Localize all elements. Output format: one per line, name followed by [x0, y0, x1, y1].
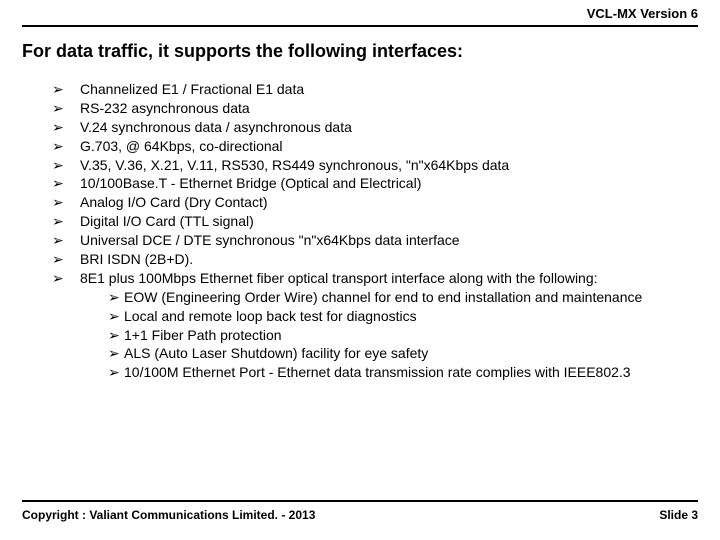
sub-list-item: ➢ALS (Auto Laser Shutdown) facility for … [108, 344, 698, 363]
bullet-icon: ➢ [52, 80, 80, 99]
list-text: EOW (Engineering Order Wire) channel for… [124, 288, 698, 307]
list-item: ➢BRI ISDN (2B+D). [52, 250, 698, 269]
list-item: ➢8E1 plus 100Mbps Ethernet fiber optical… [52, 269, 698, 288]
bullet-icon: ➢ [52, 118, 80, 137]
bullet-icon: ➢ [108, 344, 124, 363]
bullet-icon: ➢ [52, 250, 80, 269]
slide-footer: Copyright : Valiant Communications Limit… [22, 500, 698, 522]
bullet-icon: ➢ [108, 326, 124, 345]
slide-number: Slide 3 [659, 508, 698, 522]
list-text: Channelized E1 / Fractional E1 data [80, 80, 698, 99]
list-item: ➢Analog I/O Card (Dry Contact) [52, 193, 698, 212]
list-item: ➢Channelized E1 / Fractional E1 data [52, 80, 698, 99]
list-text: Analog I/O Card (Dry Contact) [80, 193, 698, 212]
list-text: Digital I/O Card (TTL signal) [80, 212, 698, 231]
bullet-icon: ➢ [52, 193, 80, 212]
slide-header: VCL-MX Version 6 [22, 0, 698, 27]
list-text: BRI ISDN (2B+D). [80, 250, 698, 269]
list-text: 8E1 plus 100Mbps Ethernet fiber optical … [80, 269, 698, 288]
bullet-icon: ➢ [108, 363, 124, 382]
list-item: ➢V.24 synchronous data / asynchronous da… [52, 118, 698, 137]
bullet-icon: ➢ [108, 288, 124, 307]
list-item: ➢RS-232 asynchronous data [52, 99, 698, 118]
bullet-icon: ➢ [52, 99, 80, 118]
list-text: 10/100M Ethernet Port - Ethernet data tr… [124, 363, 698, 382]
list-item: ➢Universal DCE / DTE synchronous "n"x64K… [52, 231, 698, 250]
sub-list-item: ➢Local and remote loop back test for dia… [108, 307, 698, 326]
main-list: ➢Channelized E1 / Fractional E1 data ➢RS… [52, 80, 698, 382]
list-text: V.35, V.36, X.21, V.11, RS530, RS449 syn… [80, 156, 698, 175]
list-text: Universal DCE / DTE synchronous "n"x64Kb… [80, 231, 698, 250]
bullet-icon: ➢ [52, 156, 80, 175]
sub-list: ➢EOW (Engineering Order Wire) channel fo… [108, 288, 698, 382]
sub-list-item: ➢EOW (Engineering Order Wire) channel fo… [108, 288, 698, 307]
bullet-icon: ➢ [52, 212, 80, 231]
list-text: 1+1 Fiber Path protection [124, 326, 698, 345]
bullet-icon: ➢ [52, 137, 80, 156]
list-item: ➢V.35, V.36, X.21, V.11, RS530, RS449 sy… [52, 156, 698, 175]
list-text: V.24 synchronous data / asynchronous dat… [80, 118, 698, 137]
slide: VCL-MX Version 6 For data traffic, it su… [0, 0, 720, 540]
bullet-icon: ➢ [108, 307, 124, 326]
sub-list-item: ➢10/100M Ethernet Port - Ethernet data t… [108, 363, 698, 382]
bullet-icon: ➢ [52, 269, 80, 288]
bullet-icon: ➢ [52, 231, 80, 250]
list-text: 10/100Base.T - Ethernet Bridge (Optical … [80, 174, 698, 193]
list-text: G.703, @ 64Kbps, co-directional [80, 137, 698, 156]
list-item: ➢Digital I/O Card (TTL signal) [52, 212, 698, 231]
list-text: Local and remote loop back test for diag… [124, 307, 698, 326]
list-text: ALS (Auto Laser Shutdown) facility for e… [124, 344, 698, 363]
list-item: ➢10/100Base.T - Ethernet Bridge (Optical… [52, 174, 698, 193]
list-text: RS-232 asynchronous data [80, 99, 698, 118]
slide-title: For data traffic, it supports the follow… [22, 41, 698, 62]
bullet-icon: ➢ [52, 174, 80, 193]
copyright-text: Copyright : Valiant Communications Limit… [22, 508, 315, 522]
product-name: VCL-MX Version 6 [587, 6, 698, 21]
sub-list-item: ➢1+1 Fiber Path protection [108, 326, 698, 345]
list-item: ➢G.703, @ 64Kbps, co-directional [52, 137, 698, 156]
